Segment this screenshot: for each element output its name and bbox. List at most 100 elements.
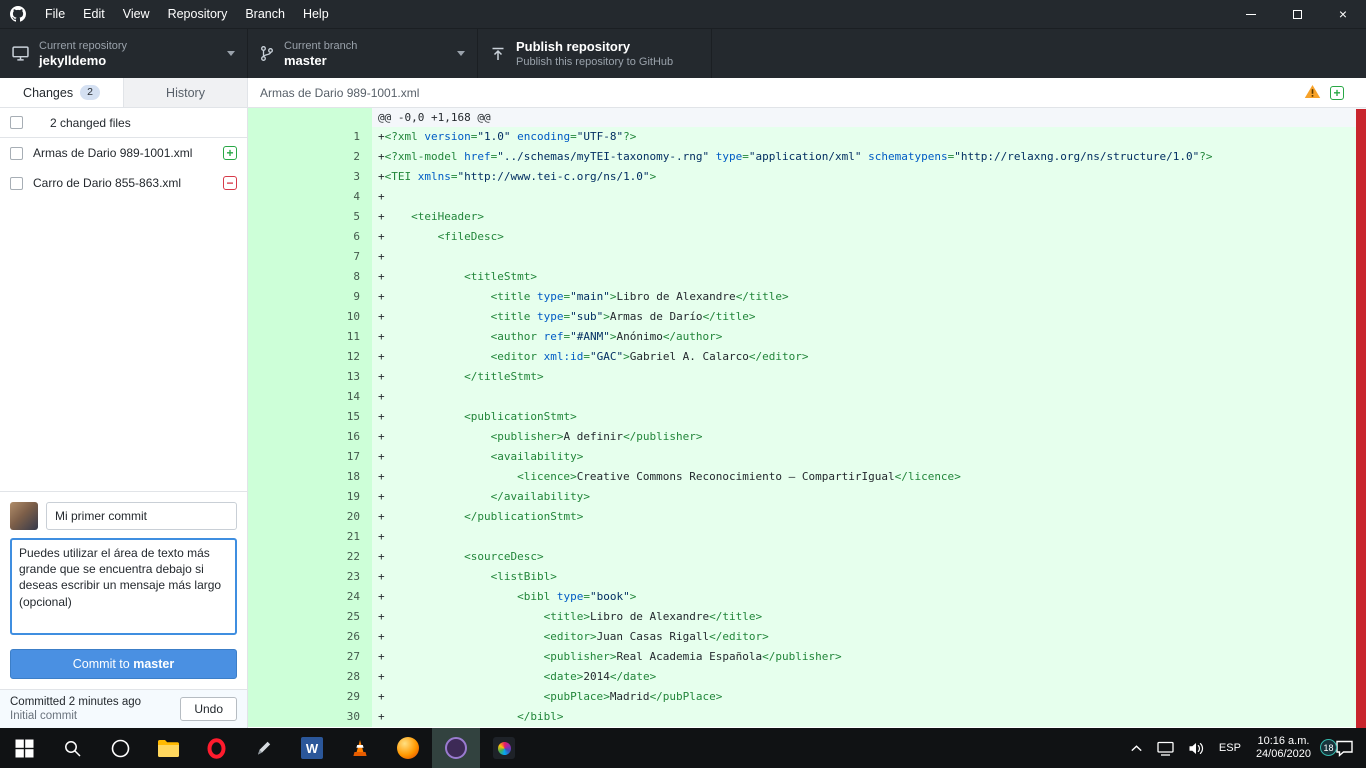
commit-button[interactable]: Commit to master	[10, 649, 237, 679]
clock[interactable]: 10:16 a.m. 24/06/2020	[1248, 735, 1319, 761]
tab-history-label: History	[166, 86, 205, 100]
line-number[interactable]: 22	[248, 547, 372, 567]
line-content: + <date>2014</date>	[372, 667, 656, 687]
line-number[interactable]: 23	[248, 567, 372, 587]
language-indicator[interactable]: ESP	[1212, 728, 1248, 768]
publish-title: Publish repository	[516, 39, 673, 55]
menu-edit[interactable]: Edit	[74, 0, 114, 28]
minimize-button[interactable]	[1228, 0, 1274, 28]
system-tray: ESP 10:16 a.m. 24/06/2020 18	[1123, 728, 1366, 768]
line-number[interactable]: 18	[248, 467, 372, 487]
line-number[interactable]: 24	[248, 587, 372, 607]
diff-line: 2+<?xml-model href="../schemas/myTEI-tax…	[248, 147, 1366, 167]
file-row[interactable]: Carro de Dario 855-863.xml−	[0, 168, 247, 198]
line-number[interactable]: 19	[248, 487, 372, 507]
line-number[interactable]: 20	[248, 507, 372, 527]
maximize-button[interactable]	[1274, 0, 1320, 28]
line-number[interactable]: 25	[248, 607, 372, 627]
line-number[interactable]: 10	[248, 307, 372, 327]
line-number[interactable]: 12	[248, 347, 372, 367]
commit-summary-input[interactable]	[46, 502, 237, 530]
repo-label: Current repository	[39, 39, 127, 53]
changed-files-summary: 2 changed files	[50, 116, 131, 130]
line-number[interactable]: 1	[248, 127, 372, 147]
line-content: + </titleStmt>	[372, 367, 544, 387]
search-icon[interactable]	[48, 728, 96, 768]
file-checkbox[interactable]	[10, 147, 23, 160]
close-button[interactable]: ×	[1320, 0, 1366, 28]
menu-view[interactable]: View	[114, 0, 159, 28]
line-number[interactable]: 26	[248, 627, 372, 647]
file-name: Carro de Dario 855-863.xml	[33, 176, 213, 190]
network-icon[interactable]	[1150, 728, 1181, 768]
github-logo-icon	[10, 6, 26, 22]
hunk-text: @@ -0,0 +1,168 @@	[372, 108, 491, 127]
tab-changes[interactable]: Changes 2	[0, 78, 123, 107]
line-number[interactable]: 29	[248, 687, 372, 707]
current-repository-dropdown[interactable]: Current repository jekylldemo	[0, 29, 248, 78]
undo-button[interactable]: Undo	[180, 697, 237, 721]
opera-icon[interactable]	[192, 728, 240, 768]
undo-bar: Committed 2 minutes ago Initial commit U…	[0, 689, 247, 728]
upload-icon	[490, 46, 506, 62]
diff-line: 25+ <title>Libro de Alexandre</title>	[248, 607, 1366, 627]
added-file-icon: +	[1330, 86, 1344, 100]
line-number[interactable]: 2	[248, 147, 372, 167]
line-number[interactable]: 13	[248, 367, 372, 387]
cortana-icon[interactable]	[96, 728, 144, 768]
file-explorer-icon[interactable]	[144, 728, 192, 768]
tab-history[interactable]: History	[123, 78, 247, 107]
line-number[interactable]: 27	[248, 647, 372, 667]
hidden-icons-chevron-icon[interactable]	[1123, 728, 1150, 768]
line-number[interactable]: 7	[248, 247, 372, 267]
line-number[interactable]: 21	[248, 527, 372, 547]
line-number[interactable]: 30	[248, 707, 372, 727]
diff-line: 17+ <availability>	[248, 447, 1366, 467]
sidebar: Changes 2 History 2 changed files Armas …	[0, 78, 248, 728]
line-number[interactable]: 28	[248, 667, 372, 687]
word-icon[interactable]: W	[288, 728, 336, 768]
line-content: + <title type="main">Libro de Alexandre<…	[372, 287, 789, 307]
notification-center-icon[interactable]: 18	[1319, 728, 1366, 768]
line-number[interactable]: 11	[248, 327, 372, 347]
line-number[interactable]: 3	[248, 167, 372, 187]
select-all-checkbox[interactable]	[10, 116, 23, 129]
commit-description-input[interactable]: Puedes utilizar el área de texto más gra…	[10, 538, 237, 635]
line-content: + <teiHeader>	[372, 207, 484, 227]
publish-repository-button[interactable]: Publish repository Publish this reposito…	[478, 29, 712, 78]
line-number[interactable]: 5	[248, 207, 372, 227]
menu-file[interactable]: File	[36, 0, 74, 28]
line-content: + <author ref="#ANM">Anónimo</author>	[372, 327, 722, 347]
line-number[interactable]: 4	[248, 187, 372, 207]
menu-repository[interactable]: Repository	[159, 0, 237, 28]
windows-taskbar: W ESP 10:16 a.m. 24/06/2020 18	[0, 728, 1366, 768]
line-number[interactable]: 9	[248, 287, 372, 307]
date-text: 24/06/2020	[1256, 748, 1311, 761]
github-desktop-icon[interactable]	[432, 728, 480, 768]
file-checkbox[interactable]	[10, 177, 23, 190]
line-number[interactable]: 17	[248, 447, 372, 467]
pen-icon[interactable]	[240, 728, 288, 768]
start-icon[interactable]	[0, 728, 48, 768]
line-number[interactable]: 14	[248, 387, 372, 407]
menu-branch[interactable]: Branch	[236, 0, 294, 28]
diff-line: 7+	[248, 247, 1366, 267]
diff-scrollbar[interactable]	[1356, 109, 1366, 728]
diff-line: 20+ </publicationStmt>	[248, 507, 1366, 527]
current-branch-dropdown[interactable]: Current branch master	[248, 29, 478, 78]
vlc-icon[interactable]	[336, 728, 384, 768]
file-row[interactable]: Armas de Dario 989-1001.xml+	[0, 138, 247, 168]
line-number[interactable]: 15	[248, 407, 372, 427]
file-list: Armas de Dario 989-1001.xml+Carro de Dar…	[0, 138, 247, 491]
volume-icon[interactable]	[1181, 728, 1212, 768]
computer-icon	[12, 45, 29, 62]
line-number[interactable]: 8	[248, 267, 372, 287]
firefox-icon[interactable]	[384, 728, 432, 768]
warning-icon[interactable]	[1304, 84, 1321, 102]
line-number[interactable]: 6	[248, 227, 372, 247]
menu-help[interactable]: Help	[294, 0, 338, 28]
line-number[interactable]: 16	[248, 427, 372, 447]
diff-line: 3+<TEI xmlns="http://www.tei-c.org/ns/1.…	[248, 167, 1366, 187]
diff-line: 23+ <listBibl>	[248, 567, 1366, 587]
photoshop-icon[interactable]	[480, 728, 528, 768]
